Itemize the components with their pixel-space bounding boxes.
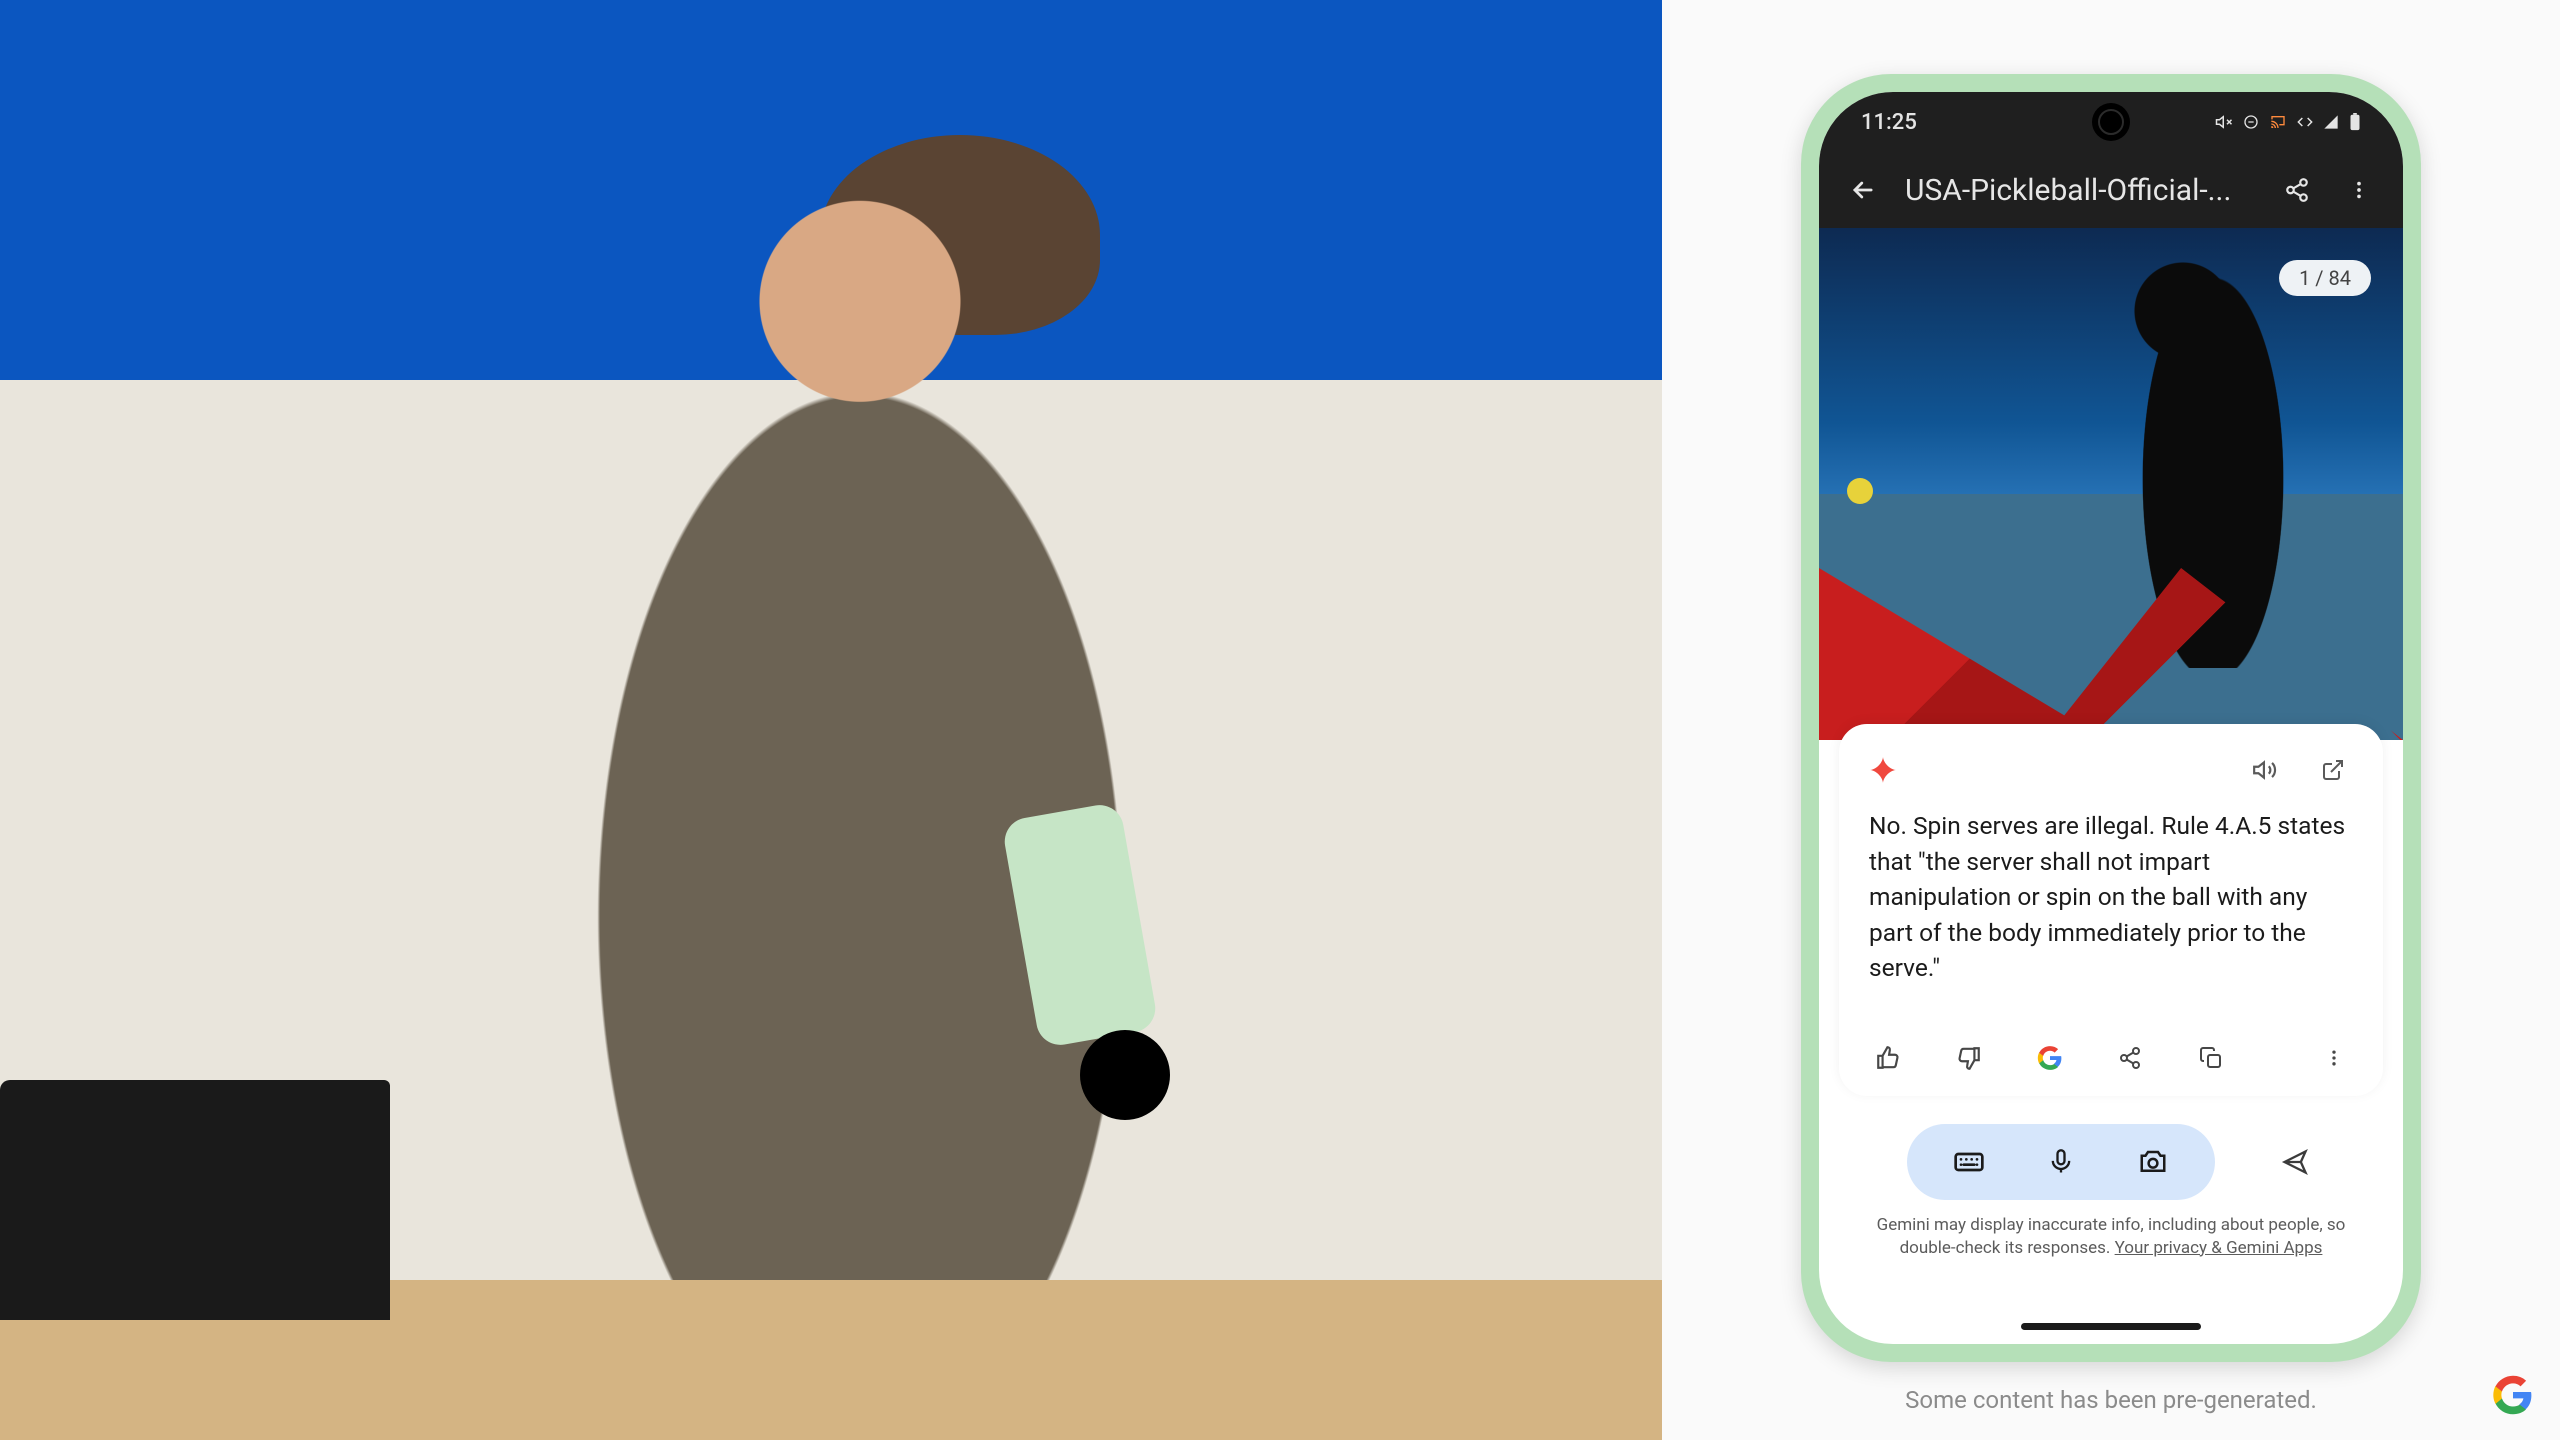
back-button[interactable] <box>1843 170 1883 210</box>
mute-icon <box>2215 113 2233 131</box>
copy-button[interactable] <box>2192 1038 2231 1078</box>
privacy-link[interactable]: Your privacy & Gemini Apps <box>2115 1238 2323 1258</box>
input-row <box>1839 1124 2383 1200</box>
status-time: 11:25 <box>1861 110 1917 135</box>
page-indicator: 1 / 84 <box>2279 260 2371 296</box>
document-preview[interactable]: 1 / 84 <box>1819 228 2403 740</box>
front-camera <box>2100 111 2122 133</box>
read-aloud-button[interactable] <box>2245 750 2285 790</box>
dev-icon <box>2297 114 2313 130</box>
preview-ball <box>1847 478 1873 504</box>
open-external-button[interactable] <box>2313 750 2353 790</box>
laptop <box>0 1080 390 1320</box>
presenter-pane <box>0 0 1662 1440</box>
google-search-button[interactable] <box>2030 1038 2069 1078</box>
send-button[interactable] <box>2275 1142 2315 1182</box>
keyboard-button[interactable] <box>1949 1142 1989 1182</box>
gemini-icon <box>1869 756 1897 784</box>
phone-screen: 11:25 <box>1819 92 2403 1344</box>
app-bar: USA-Pickleball-Official-... <box>1819 152 2403 228</box>
thumbs-up-button[interactable] <box>1869 1038 1908 1078</box>
nav-handle[interactable] <box>2021 1323 2201 1330</box>
thumbs-down-button[interactable] <box>1950 1038 1989 1078</box>
device-pane: 11:25 <box>1662 0 2560 1440</box>
phone-frame: 11:25 <box>1801 74 2421 1362</box>
cast-icon <box>2269 114 2287 130</box>
response-text: No. Spin serves are illegal. Rule 4.A.5 … <box>1869 808 2353 986</box>
overflow-button[interactable] <box>2339 170 2379 210</box>
mic-button[interactable] <box>2041 1142 2081 1182</box>
input-mode-pill <box>1907 1124 2215 1200</box>
caption: Some content has been pre-generated. <box>1905 1386 2317 1414</box>
battery-icon <box>2349 113 2361 131</box>
response-overflow-button[interactable] <box>2314 1038 2353 1078</box>
document-title: USA-Pickleball-Official-... <box>1905 173 2255 208</box>
disclaimer: Gemini may display inaccurate info, incl… <box>1863 1214 2359 1260</box>
share-button[interactable] <box>2277 170 2317 210</box>
gemini-response-card: No. Spin serves are illegal. Rule 4.A.5 … <box>1839 724 2383 1096</box>
status-icons <box>2215 113 2361 131</box>
status-bar: 11:25 <box>1819 92 2403 152</box>
presenter-watch <box>1080 1030 1170 1120</box>
dnd-icon <box>2243 114 2259 130</box>
signal-icon <box>2323 114 2339 130</box>
google-logo-icon <box>2492 1374 2534 1416</box>
camera-button[interactable] <box>2133 1142 2173 1182</box>
share-response-button[interactable] <box>2111 1038 2150 1078</box>
response-actions <box>1869 1038 2353 1078</box>
